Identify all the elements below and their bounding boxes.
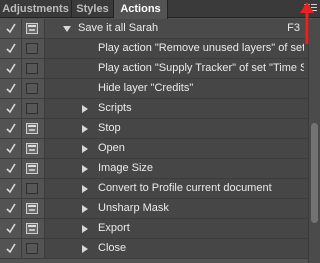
- action-step-row[interactable]: Image Size: [0, 159, 308, 179]
- toggle-item-on-checkmark-icon[interactable]: [6, 222, 16, 234]
- action-step-row[interactable]: Close: [0, 239, 308, 259]
- action-step-row[interactable]: Stop: [0, 119, 308, 139]
- expand-right-caret-icon[interactable]: [82, 225, 88, 233]
- expand-right-caret-icon[interactable]: [82, 245, 88, 253]
- toggle-item-on-checkmark-icon[interactable]: [6, 102, 16, 114]
- expand-right-caret-icon[interactable]: [82, 125, 88, 133]
- toggle-item-on-checkmark-icon[interactable]: [6, 202, 16, 214]
- toggle-item-on-checkmark-icon[interactable]: [6, 182, 16, 194]
- toggle-item-on-checkmark-icon[interactable]: [6, 162, 16, 174]
- action-set-row[interactable]: Save it all Sarah F3: [0, 19, 308, 39]
- toggle-dialog-icon[interactable]: [26, 163, 38, 174]
- expand-down-caret-icon[interactable]: [63, 26, 71, 32]
- expand-right-caret-icon[interactable]: [82, 145, 88, 153]
- toggle-item-on-checkmark-icon[interactable]: [6, 42, 16, 54]
- action-step-label: Play action "Remove unused layers" of se…: [98, 42, 304, 54]
- actions-list: Save it all Sarah F3 Play action "Remove…: [0, 19, 308, 263]
- expand-right-caret-icon[interactable]: [82, 165, 88, 173]
- action-step-row[interactable]: Scripts: [0, 99, 308, 119]
- toggle-item-on-checkmark-icon[interactable]: [6, 122, 16, 134]
- toggle-item-on-checkmark-icon[interactable]: [6, 62, 16, 74]
- action-set-shortcut: F3: [287, 22, 300, 34]
- tab-actions[interactable]: Actions: [114, 0, 168, 19]
- scrollbar-thumb[interactable]: [311, 123, 318, 223]
- toggle-dialog-empty-box[interactable]: [26, 183, 38, 194]
- tab-adjustments[interactable]: Adjustments: [0, 0, 72, 18]
- expand-right-caret-icon[interactable]: [82, 185, 88, 193]
- action-step-label: Open: [98, 142, 125, 154]
- action-step-label: Scripts: [98, 102, 132, 114]
- toggle-dialog-icon[interactable]: [26, 223, 38, 234]
- vertical-scrollbar[interactable]: [308, 19, 320, 263]
- toggle-dialog-icon[interactable]: [26, 23, 38, 34]
- action-step-row[interactable]: Unsharp Mask: [0, 199, 308, 219]
- action-step-row[interactable]: Convert to Profile current document: [0, 179, 308, 199]
- action-step-row[interactable]: Play action "Supply Tracker" of set "Tim…: [0, 59, 308, 79]
- toggle-dialog-empty-box[interactable]: [26, 103, 38, 114]
- expand-right-caret-icon[interactable]: [82, 105, 88, 113]
- toggle-item-on-checkmark-icon[interactable]: [6, 142, 16, 154]
- toggle-dialog-icon[interactable]: [26, 123, 38, 134]
- panel-tab-bar: Adjustments Styles Actions: [0, 0, 320, 19]
- action-step-row[interactable]: Hide layer "Credits": [0, 79, 308, 99]
- toggle-dialog-empty-box[interactable]: [26, 63, 38, 74]
- action-step-label: Stop: [98, 122, 121, 134]
- action-step-label: Close: [98, 242, 127, 254]
- action-step-label: Unsharp Mask: [98, 202, 169, 214]
- action-step-label: Play action "Supply Tracker" of set "Tim…: [98, 62, 304, 74]
- toggle-dialog-empty-box[interactable]: [26, 243, 38, 254]
- action-step-label: Image Size: [98, 162, 154, 174]
- action-step-row[interactable]: Open: [0, 139, 308, 159]
- action-step-label: Export: [98, 222, 130, 234]
- toggle-dialog-empty-box[interactable]: [26, 43, 38, 54]
- toggle-dialog-icon[interactable]: [26, 143, 38, 154]
- action-set-name: Save it all Sarah: [78, 22, 159, 34]
- expand-right-caret-icon[interactable]: [82, 205, 88, 213]
- toggle-item-on-checkmark-icon[interactable]: [6, 22, 16, 34]
- action-step-label: Convert to Profile current document: [98, 182, 272, 194]
- tab-styles[interactable]: Styles: [72, 0, 114, 18]
- toggle-dialog-empty-box[interactable]: [26, 83, 38, 94]
- action-step-row[interactable]: Play action "Remove unused layers" of se…: [0, 39, 308, 59]
- toggle-item-on-checkmark-icon[interactable]: [6, 242, 16, 254]
- action-step-label: Hide layer "Credits": [98, 82, 194, 94]
- panel-menu-button[interactable]: [302, 1, 318, 15]
- action-step-row[interactable]: Export: [0, 219, 308, 239]
- toggle-item-on-checkmark-icon[interactable]: [6, 82, 16, 94]
- toggle-dialog-icon[interactable]: [26, 203, 38, 214]
